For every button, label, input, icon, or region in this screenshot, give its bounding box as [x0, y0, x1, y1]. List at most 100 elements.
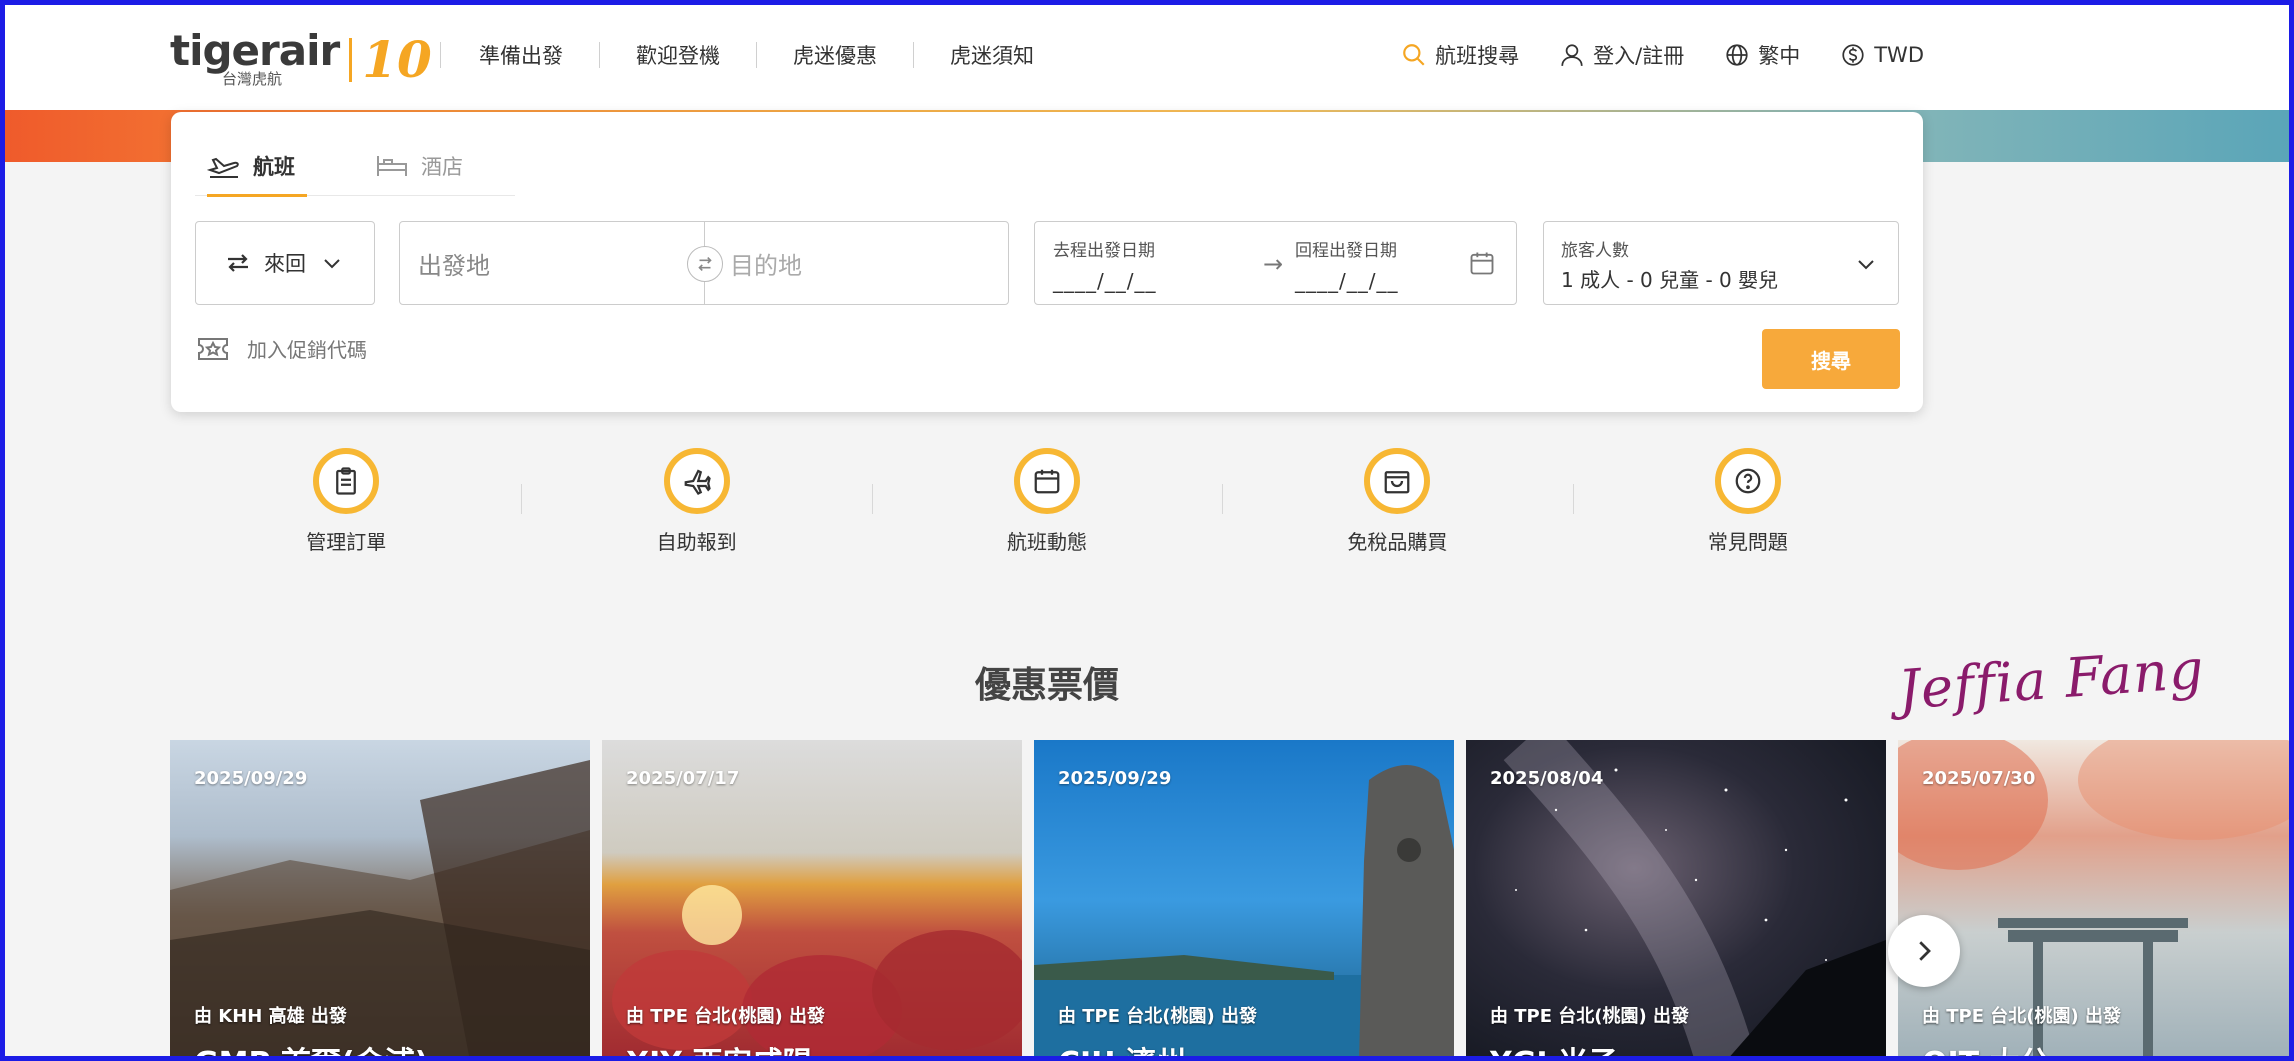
chevron-down-icon — [1858, 260, 1874, 270]
origin-input[interactable]: 出發地 — [418, 222, 490, 304]
swap-icon — [698, 256, 712, 272]
language-label: 繁中 — [1758, 44, 1801, 68]
deal-card[interactable]: 2025/08/04 由 TPE 台北(桃園) 出發 YGJ 米子 — [1466, 740, 1886, 1061]
deal-destination: CJU 濟州 — [1058, 1038, 1186, 1061]
trip-type-value: 來回 — [264, 252, 306, 276]
tab-hotels-label: 酒店 — [421, 155, 463, 179]
top-header: tigerair 台灣虎航 10 準備出發 歡迎登機 虎迷優惠 虎迷須知 航班搜… — [0, 0, 2294, 110]
login-link[interactable]: 登入/註冊 — [1559, 40, 1684, 70]
quick-link-icon-wrap — [1364, 448, 1431, 514]
bed-icon — [377, 156, 407, 176]
deal-card[interactable]: 2025/07/17 由 TPE 台北(桃園) 出發 XIY 西安咸陽 — [602, 740, 1022, 1061]
depart-date[interactable]: 去程出發日期 ____/__/__ — [1053, 236, 1156, 293]
deal-origin: 由 TPE 台北(桃園) 出發 — [1490, 1006, 1690, 1027]
search-icon — [1403, 44, 1425, 66]
deals-section-title: 優惠票價 — [974, 665, 1119, 706]
destination-input[interactable]: 目的地 — [730, 222, 802, 304]
utility-nav: 航班搜尋 登入/註冊 繁中 TWD — [1401, 40, 1924, 70]
quick-link-flight-status[interactable]: 航班動態 — [871, 448, 1222, 558]
nav-item-prepare[interactable]: 準備出發 — [479, 40, 563, 70]
deal-destination: OIT 大分 — [1922, 1038, 2050, 1061]
logo-wordmark: tigerair — [170, 26, 340, 75]
language-selector[interactable]: 繁中 — [1724, 40, 1800, 70]
quick-link-duty-free[interactable]: 免稅品購買 — [1222, 448, 1572, 558]
quick-link-label: 免稅品購買 — [1347, 530, 1448, 554]
search-panel: 航班 酒店 來回 出發地 目的地 去程出發日期 ____/__/__ → 回程出… — [171, 112, 1923, 412]
swap-button[interactable] — [687, 246, 723, 282]
deal-destination: YGJ 米子 — [1490, 1038, 1618, 1061]
passenger-value: 1 成人 - 0 兒童 - 0 嬰兒 — [1561, 268, 1779, 292]
quick-link-label: 航班動態 — [1007, 530, 1088, 554]
nav-separator — [756, 42, 757, 68]
quick-link-label: 常見問題 — [1707, 530, 1788, 554]
passenger-select[interactable]: 旅客人數 1 成人 - 0 兒童 - 0 嬰兒 — [1543, 221, 1899, 305]
tab-flights-label: 航班 — [253, 155, 295, 179]
return-date-label: 回程出發日期 — [1295, 241, 1397, 261]
clipboard-icon — [336, 467, 357, 495]
flight-search-label: 航班搜尋 — [1435, 44, 1520, 68]
deal-date: 2025/07/30 — [1922, 768, 2036, 789]
quick-link-checkin[interactable]: 自助報到 — [521, 448, 871, 558]
ticket-icon — [198, 337, 228, 360]
nav-separator — [599, 42, 600, 68]
passenger-label: 旅客人數 — [1561, 241, 1629, 261]
main-nav: 準備出發 歡迎登機 虎迷優惠 虎迷須知 — [440, 40, 1034, 70]
airplane-icon — [684, 469, 711, 495]
flight-search-link[interactable]: 航班搜尋 — [1401, 40, 1519, 70]
origin-destination-field: 出發地 目的地 — [399, 221, 1009, 305]
trip-type-select[interactable]: 來回 — [195, 221, 375, 305]
dollar-icon — [1842, 44, 1864, 66]
user-icon — [1561, 44, 1583, 66]
chevron-down-icon — [324, 259, 340, 269]
quick-link-faq[interactable]: 常見問題 — [1572, 448, 1923, 558]
nav-item-boarding[interactable]: 歡迎登機 — [636, 40, 720, 70]
quick-link-label: 自助報到 — [656, 530, 737, 554]
deal-date: 2025/09/29 — [194, 768, 308, 789]
anniversary-badge: 10 — [362, 29, 432, 89]
deal-card[interactable]: 2025/07/30 由 TPE 台北(桃園) 出發 OIT 大分 — [1898, 740, 2294, 1061]
deal-destination: GMP 首爾(金浦) — [194, 1038, 428, 1061]
deal-date: 2025/07/17 — [626, 768, 740, 789]
shopping-bag-icon — [1385, 471, 1410, 494]
logo-divider — [349, 37, 353, 82]
search-button[interactable]: 搜尋 — [1762, 329, 1900, 389]
quick-link-icon-wrap — [313, 448, 380, 514]
depart-date-value: ____/__/__ — [1053, 269, 1157, 293]
deal-origin: 由 TPE 台北(桃園) 出發 — [1058, 1006, 1258, 1027]
login-label: 登入/註冊 — [1593, 44, 1685, 68]
depart-date-label: 去程出發日期 — [1053, 241, 1155, 261]
deal-card[interactable]: 2025/09/29 由 TPE 台北(桃園) 出發 CJU 濟州 — [1034, 740, 1454, 1061]
tab-hotels[interactable]: 酒店 — [363, 136, 475, 196]
globe-icon — [1726, 44, 1748, 66]
promo-code-link[interactable]: 加入促銷代碼 — [197, 334, 367, 363]
return-date[interactable]: 回程出發日期 ____/__/__ — [1295, 236, 1398, 293]
deal-date: 2025/08/04 — [1490, 768, 1604, 789]
nav-item-offers[interactable]: 虎迷優惠 — [793, 40, 877, 70]
currency-selector[interactable]: TWD — [1840, 42, 1924, 68]
deal-origin: 由 KHH 高雄 出發 — [194, 1006, 347, 1027]
quick-link-icon-wrap — [1714, 448, 1781, 514]
arrow-right-icon: → — [1263, 250, 1284, 278]
quick-link-label: 管理訂單 — [306, 530, 387, 554]
deals-carousel: 2025/09/29 由 KHH 高雄 出發 GMP 首爾(金浦) 2025/0… — [170, 740, 2294, 1061]
question-icon — [1735, 468, 1761, 494]
return-date-value: ____/__/__ — [1295, 269, 1399, 293]
quick-link-icon-wrap — [1014, 448, 1081, 514]
chevron-right-icon — [1919, 941, 1931, 961]
quick-link-icon-wrap — [663, 448, 730, 514]
quick-link-manage-booking[interactable]: 管理訂單 — [171, 448, 521, 558]
calendar-icon[interactable] — [1468, 249, 1496, 277]
nav-separator — [440, 42, 441, 68]
signature-watermark: Jeffia Fang — [1896, 637, 2207, 722]
brand-logo[interactable]: tigerair 台灣虎航 10 — [170, 30, 432, 89]
plane-icon — [207, 157, 239, 178]
carousel-next-button[interactable] — [1888, 915, 1960, 987]
promo-code-label: 加入促銷代碼 — [247, 338, 367, 362]
nav-separator — [913, 42, 914, 68]
tab-flights[interactable]: 航班 — [195, 136, 307, 197]
search-tabs: 航班 酒店 — [195, 136, 515, 197]
date-field[interactable]: 去程出發日期 ____/__/__ → 回程出發日期 ____/__/__ — [1034, 221, 1517, 305]
deal-origin: 由 TPE 台北(桃園) 出發 — [626, 1006, 826, 1027]
deal-card[interactable]: 2025/09/29 由 KHH 高雄 出發 GMP 首爾(金浦) — [170, 740, 590, 1061]
nav-item-notices[interactable]: 虎迷須知 — [950, 40, 1034, 70]
